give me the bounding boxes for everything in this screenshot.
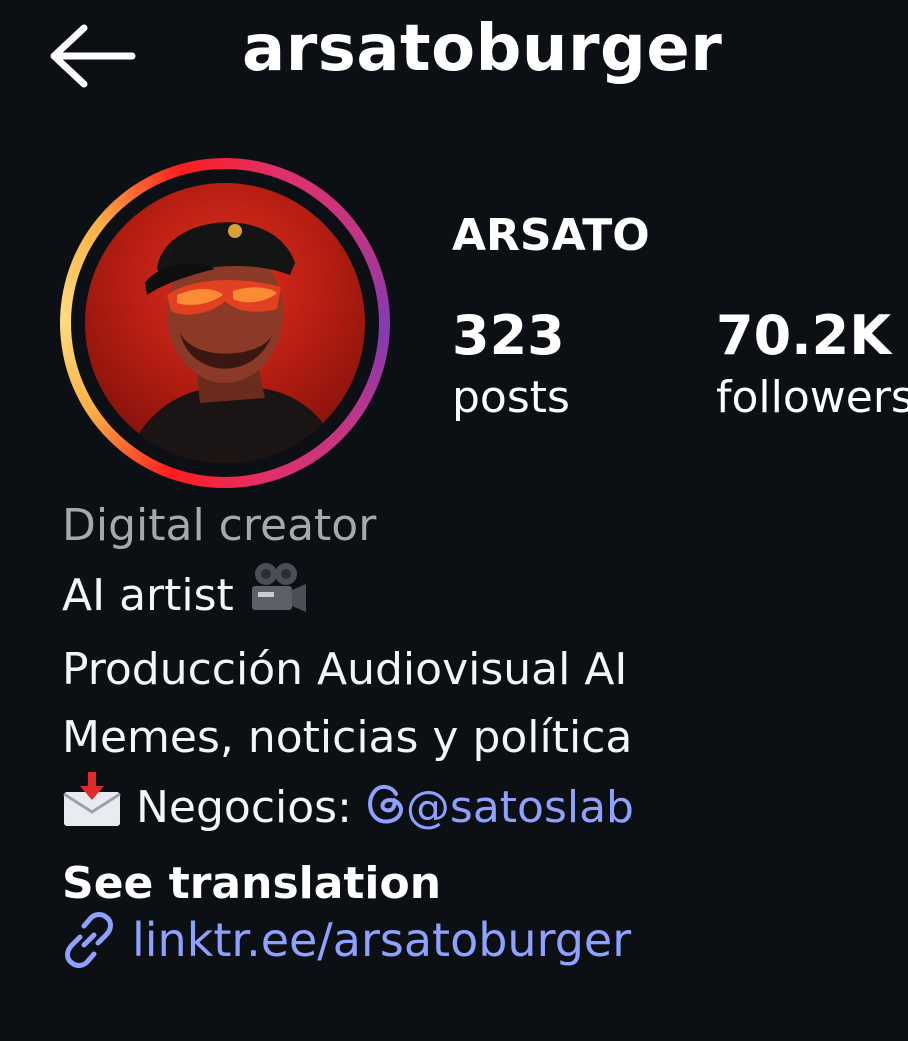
profile-username: arsatoburger <box>242 12 723 86</box>
bio-line-3: Memes, noticias y política <box>62 712 633 763</box>
followers-count: 70.2K <box>716 304 892 367</box>
bio: Digital creator AI artist Producción Aud… <box>62 492 908 920</box>
arrow-left-icon <box>50 24 136 88</box>
followers-label: followers <box>716 372 908 423</box>
action-row-peek <box>60 1030 660 1041</box>
movie-camera-icon <box>248 560 308 636</box>
followers-stat[interactable]: 70.2K followers <box>716 302 908 426</box>
top-bar: arsatoburger <box>0 0 908 110</box>
avatar <box>85 183 365 463</box>
bio-line-4: Negocios: @satoslab <box>62 772 908 848</box>
posts-stat[interactable]: 323 posts <box>452 302 570 426</box>
incoming-envelope-icon <box>62 772 122 848</box>
profile-category: Digital creator <box>62 500 377 551</box>
bio-line-1-text: AI artist <box>62 570 248 621</box>
link-icon <box>65 912 113 968</box>
mention-text: @satoslab <box>405 782 634 833</box>
avatar-story-ring[interactable] <box>60 158 390 488</box>
posts-label: posts <box>452 372 570 423</box>
threads-mention-link[interactable]: @satoslab <box>366 782 634 833</box>
profile-photo <box>125 222 345 463</box>
back-button[interactable] <box>44 20 140 92</box>
bio-line-2: Producción Audiovisual AI <box>62 644 628 695</box>
bio-line-1: AI artist <box>62 560 908 636</box>
external-link[interactable]: linktr.ee/arsatoburger <box>60 904 631 976</box>
threads-icon <box>366 776 406 844</box>
bio-line-4-prefix: Negocios: <box>122 782 366 833</box>
posts-count: 323 <box>452 304 565 367</box>
link-text: linktr.ee/arsatoburger <box>132 913 632 967</box>
display-name: ARSATO <box>452 210 650 261</box>
